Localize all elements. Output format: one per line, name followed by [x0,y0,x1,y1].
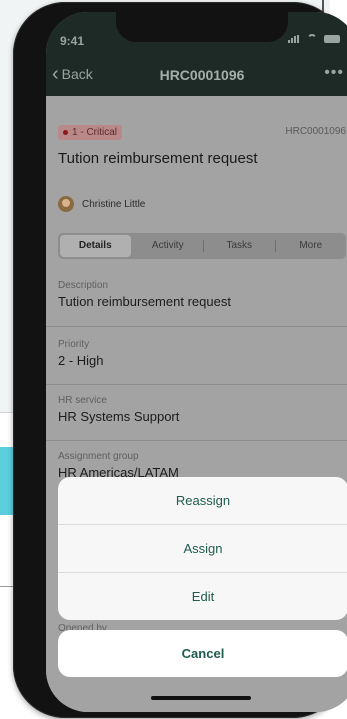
reassign-button[interactable]: Reassign [58,477,347,525]
tab-activity[interactable]: Activity [133,233,204,259]
page-title: HRC0001096 [159,67,245,83]
field-value: 2 - High [58,353,104,368]
critical-dot-icon [63,130,68,135]
battery-icon [324,35,340,43]
tab-tasks[interactable]: Tasks [204,233,275,259]
status-icons [288,34,340,44]
field-divider [46,440,347,441]
cancel-button[interactable]: Cancel [58,630,347,677]
status-time: 9:41 [60,34,85,48]
field-value: Tution reimbursement request [58,294,231,309]
tab-more[interactable]: More [276,233,347,259]
field-assignment-group[interactable]: Assignment group HR Americas/LATAM [58,451,347,480]
priority-badge-label: 1 - Critical [72,127,118,138]
field-divider [46,384,347,385]
field-label: Description [58,280,109,291]
assignee[interactable]: Christine Little [58,196,145,212]
tab-bar: Details Activity Tasks More [58,233,346,259]
signal-icon [288,35,300,43]
assignee-name: Christine Little [82,198,146,210]
more-options-button[interactable]: ••• [324,64,344,82]
action-sheet: Reassign Assign Edit [58,477,347,620]
record-number: HRC0001096 [285,126,346,137]
field-description[interactable]: Description Tution reimbursement request [58,280,347,309]
phone-screen: 9:41 ‹ Back HRC0001096 ••• 1 - Critical … [46,12,347,712]
phone-device: 9:41 ‹ Back HRC0001096 ••• 1 - Critical … [13,2,347,718]
record-title: Tution reimbursement request [58,150,258,167]
priority-badge: 1 - Critical [58,125,123,140]
field-value: HR Systems Support [58,409,180,424]
field-divider [46,326,347,327]
tab-details[interactable]: Details [60,235,131,257]
field-label: HR service [58,395,107,406]
home-indicator [151,696,251,700]
edit-button[interactable]: Edit [58,573,347,620]
device-notch [116,12,288,42]
assign-button[interactable]: Assign [58,525,347,573]
field-hr-service[interactable]: HR service HR Systems Support [58,395,347,424]
wifi-icon [306,34,318,44]
field-label: Assignment group [58,451,139,462]
field-label: Priority [58,339,90,350]
avatar [58,196,74,212]
field-priority[interactable]: Priority 2 - High [58,339,347,368]
